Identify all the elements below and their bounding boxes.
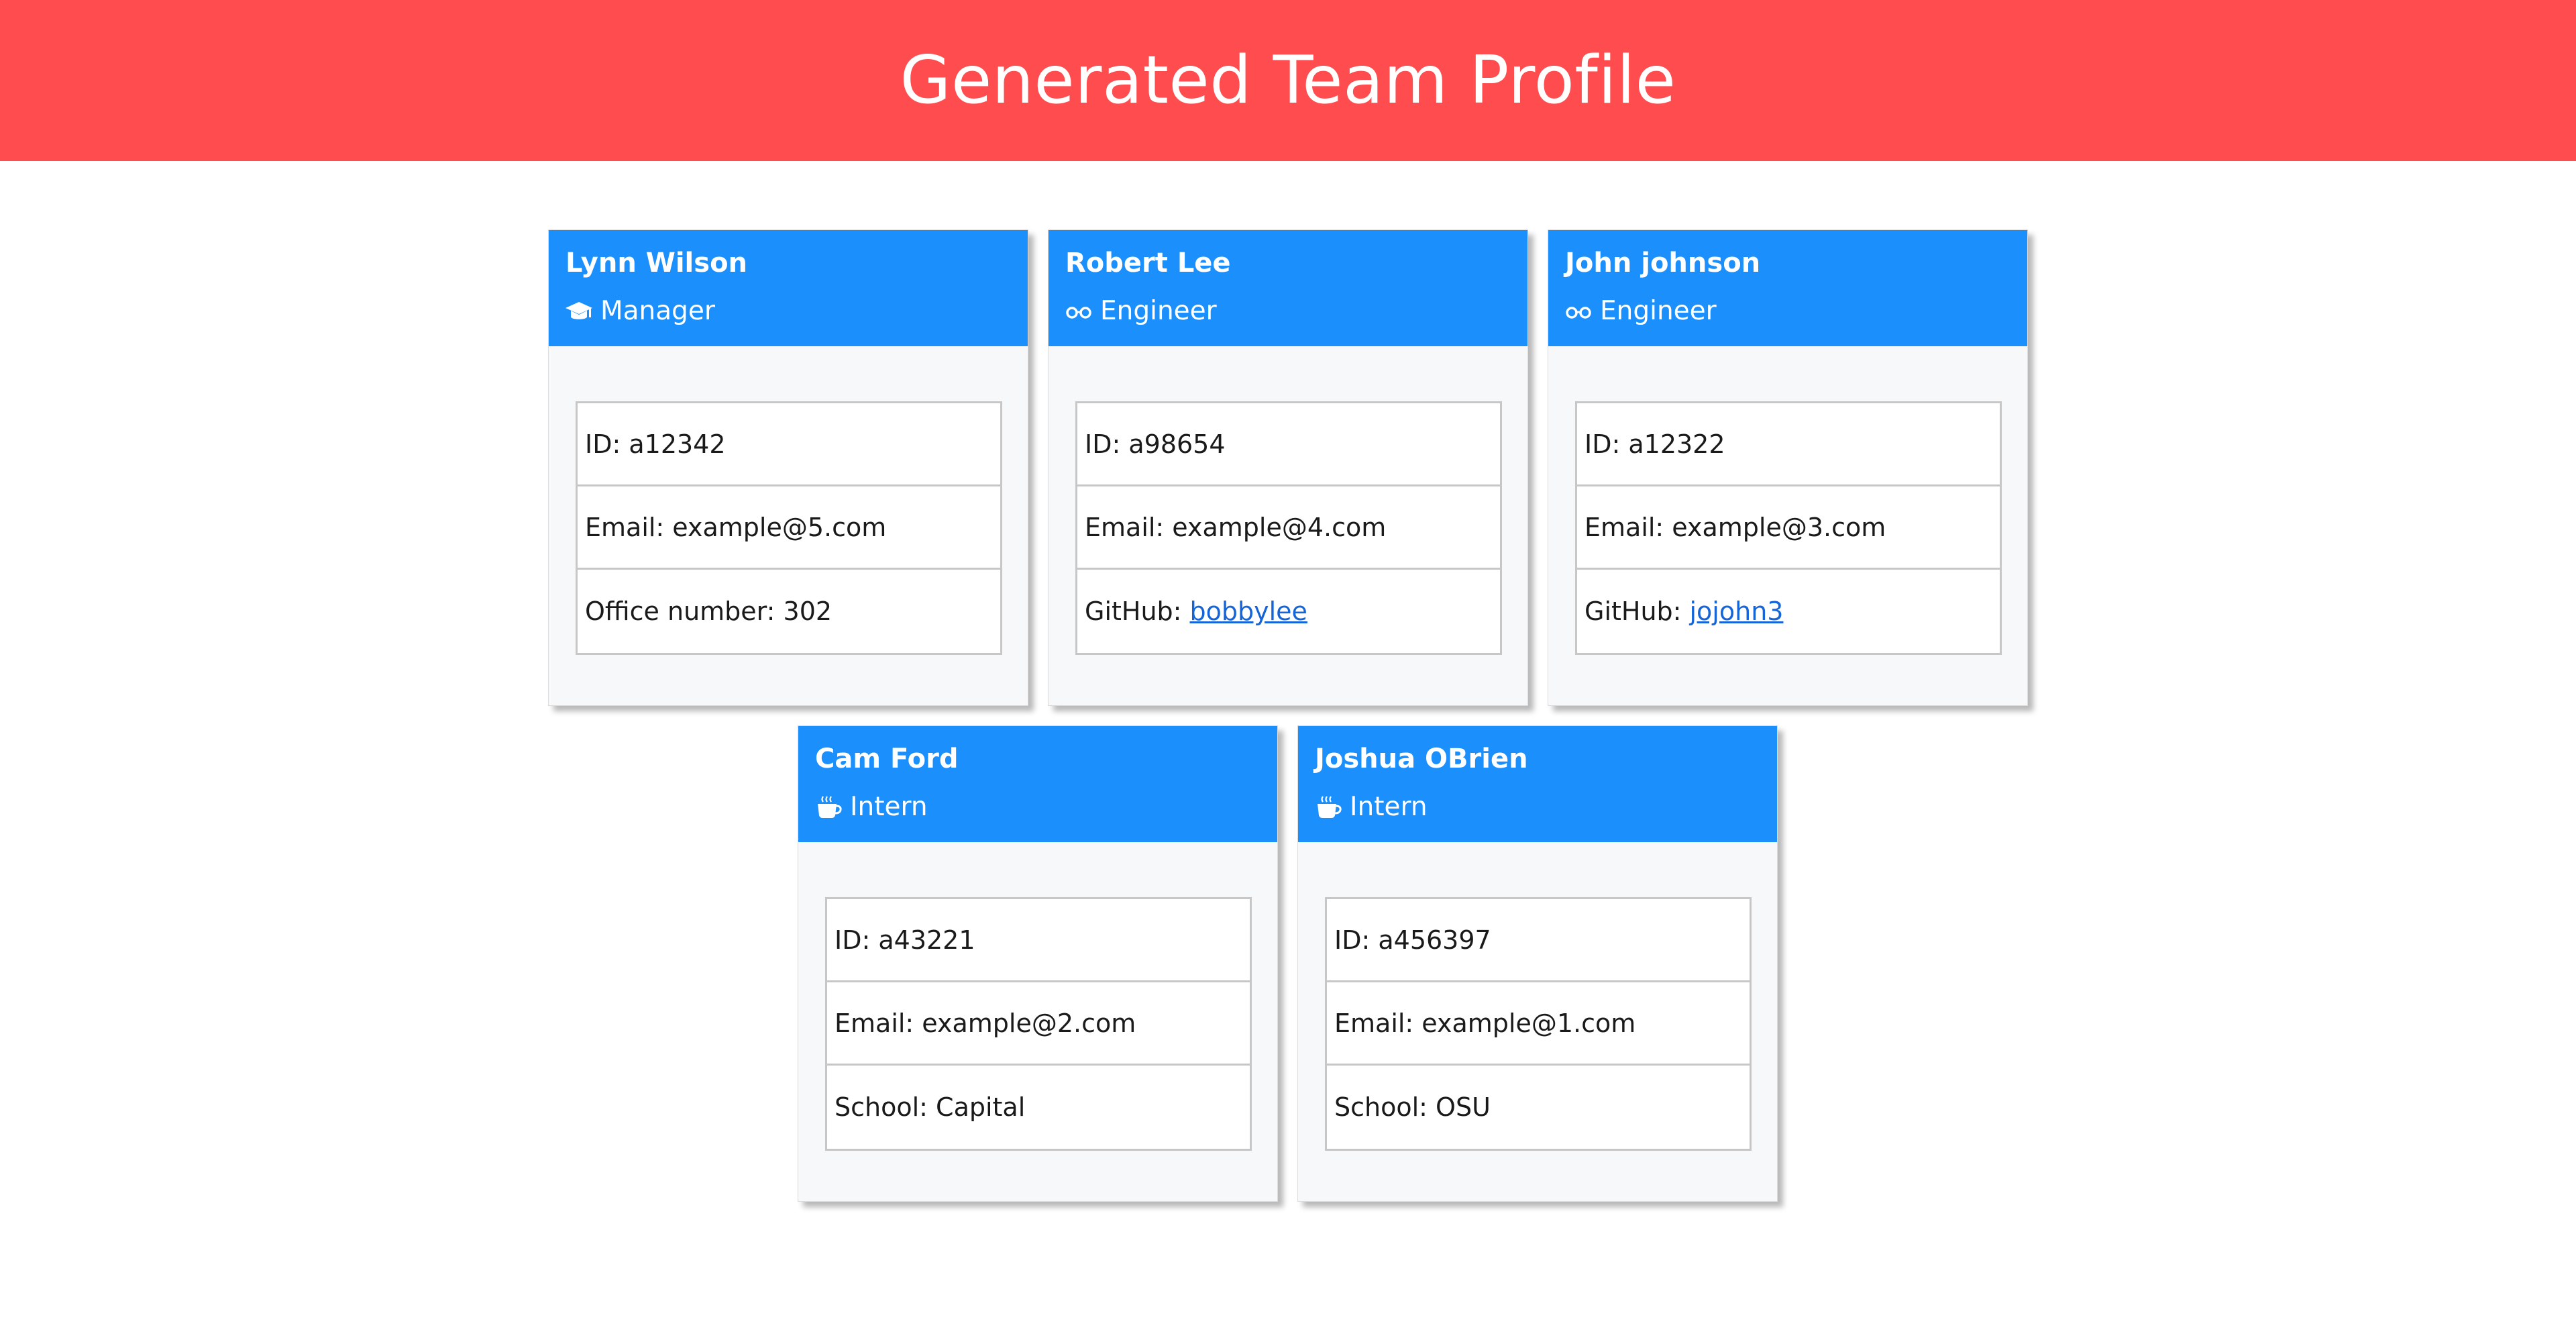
employee-github: GitHub: bobbylee xyxy=(1077,570,1500,653)
employee-school: School: Capital xyxy=(835,1092,1026,1122)
card-header: Cam Ford Intern xyxy=(798,726,1277,842)
github-link[interactable]: bobbylee xyxy=(1190,597,1307,626)
employee-id: ID: a12342 xyxy=(578,403,1000,486)
employee-info-list: ID: a456397 Email: example@1.com School:… xyxy=(1325,897,1752,1151)
card-header: Robert Lee Engineer xyxy=(1049,230,1527,346)
card-header: Lynn Wilson Manager xyxy=(549,230,1028,346)
employee-card-engineer: Robert Lee Engineer ID: a98654 Email: ex… xyxy=(1048,229,1528,706)
role-label: Engineer xyxy=(1600,296,1717,326)
employee-role: Manager xyxy=(566,296,715,326)
employee-card-manager: Lynn Wilson Manager ID: a12342 Email: ex… xyxy=(548,229,1028,706)
glasses-icon xyxy=(1065,299,1092,323)
employee-name: Lynn Wilson xyxy=(566,248,748,278)
employee-role: Engineer xyxy=(1565,296,1717,326)
employee-email: Email: example@3.com xyxy=(1577,486,2000,570)
page-banner: Generated Team Profile xyxy=(0,0,2576,161)
card-header: John johnson Engineer xyxy=(1548,230,2027,346)
github-link[interactable]: jojohn3 xyxy=(1690,597,1784,626)
employee-name: John johnson xyxy=(1565,248,1761,278)
coffee-mug-icon xyxy=(815,795,842,819)
employee-info-list: ID: a98654 Email: example@4.com GitHub: … xyxy=(1075,401,1502,655)
github-label: GitHub: xyxy=(1085,597,1182,626)
employee-id: ID: a456397 xyxy=(1327,899,1750,982)
employee-id: ID: a98654 xyxy=(1077,403,1500,486)
role-label: Engineer xyxy=(1100,296,1217,326)
employee-office-number: Office number: 302 xyxy=(585,597,833,626)
employee-card-intern: Cam Ford Intern ID: a43221 Email: exampl… xyxy=(798,725,1278,1202)
role-label: Intern xyxy=(850,792,928,822)
role-label: Intern xyxy=(1350,792,1428,822)
employee-info-list: ID: a12342 Email: example@5.com Office n… xyxy=(576,401,1002,655)
github-label: GitHub: xyxy=(1585,597,1682,626)
employee-email: Email: example@4.com xyxy=(1077,486,1500,570)
employee-email: Email: example@2.com xyxy=(827,982,1250,1066)
employee-role: Engineer xyxy=(1065,296,1217,326)
coffee-mug-icon xyxy=(1315,795,1342,819)
role-label: Manager xyxy=(600,296,715,326)
employee-name: Cam Ford xyxy=(815,743,959,774)
employee-info-list: ID: a43221 Email: example@2.com School: … xyxy=(825,897,1252,1151)
employee-role: Intern xyxy=(1315,792,1428,822)
employee-email: Email: example@5.com xyxy=(578,486,1000,570)
employee-name: Robert Lee xyxy=(1065,248,1231,278)
employee-github: GitHub: jojohn3 xyxy=(1577,570,2000,653)
graduation-cap-icon xyxy=(566,299,592,323)
employee-card-intern: Joshua OBrien Intern ID: a456397 Email: … xyxy=(1297,725,1778,1202)
card-header: Joshua OBrien Intern xyxy=(1298,726,1777,842)
glasses-icon xyxy=(1565,299,1592,323)
employee-role: Intern xyxy=(815,792,928,822)
employee-id: ID: a12322 xyxy=(1577,403,2000,486)
employee-info-list: ID: a12322 Email: example@3.com GitHub: … xyxy=(1575,401,2002,655)
employee-school: School: OSU xyxy=(1334,1092,1491,1122)
employee-card-engineer: John johnson Engineer ID: a12322 Email: … xyxy=(1548,229,2028,706)
employee-email: Email: example@1.com xyxy=(1327,982,1750,1066)
employee-name: Joshua OBrien xyxy=(1315,743,1528,774)
page-title: Generated Team Profile xyxy=(900,42,1676,119)
employee-id: ID: a43221 xyxy=(827,899,1250,982)
